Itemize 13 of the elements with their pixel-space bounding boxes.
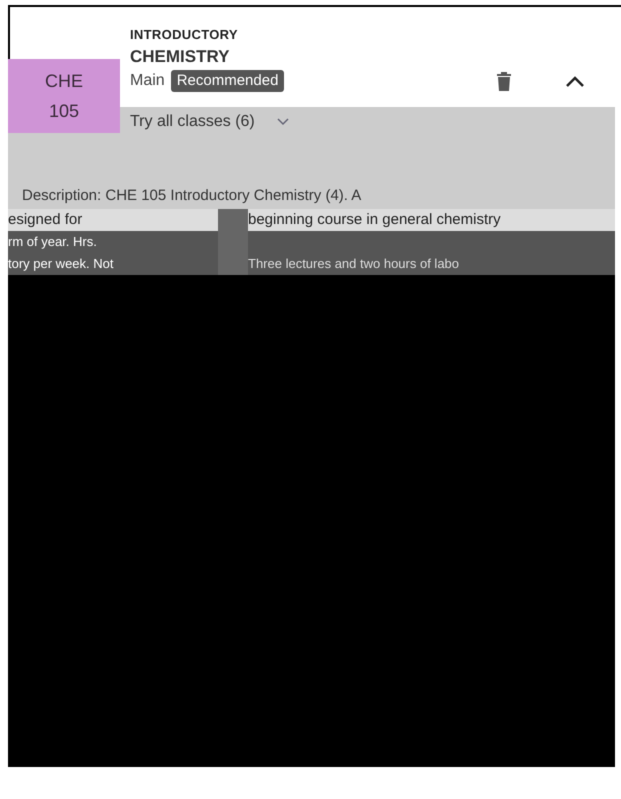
- description-line: tory per week. Not: [8, 255, 114, 273]
- section-label: Main: [130, 71, 165, 91]
- recommended-badge: Recommended: [170, 70, 284, 92]
- description-line: Three lectures and two hours of labo: [248, 255, 460, 273]
- trash-icon[interactable]: [496, 71, 512, 91]
- course-code: CHE: [44, 70, 83, 93]
- course-title: INTRODUCTORY: [130, 26, 239, 44]
- course-title: CHEMISTRY: [130, 46, 230, 68]
- course-number: 105: [48, 100, 80, 123]
- description-heading: Description: CHE 105 Introductory Chemistry (4). A: [21, 186, 362, 206]
- chevron-up-icon: [565, 74, 585, 88]
- chevron-down-icon: [276, 118, 289, 126]
- description-line: rm of year. Hrs.: [8, 233, 98, 251]
